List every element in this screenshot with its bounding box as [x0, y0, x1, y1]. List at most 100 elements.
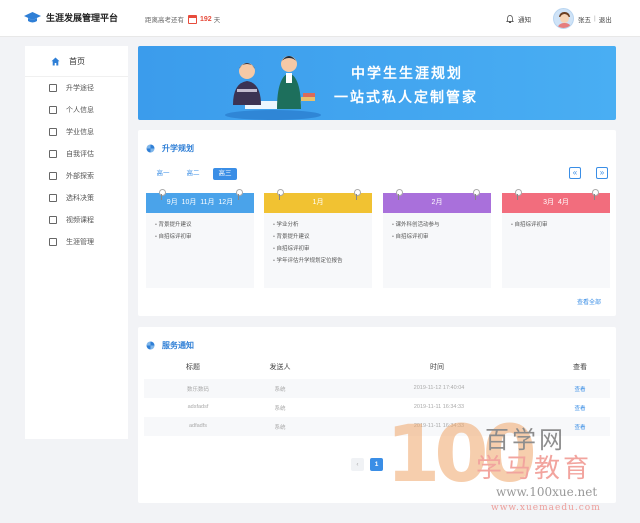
sidebar-item-label: 学业信息: [66, 129, 94, 136]
section-title: 服务通知: [146, 340, 194, 351]
notification-button[interactable]: 通知: [506, 14, 531, 24]
app-logo[interactable]: 生涯发展管理平台: [24, 11, 118, 24]
tab-grade-1[interactable]: 高一: [148, 168, 178, 180]
sidebar-item-6[interactable]: 选科决策: [25, 187, 128, 209]
sidebar-item-8[interactable]: 生涯管理: [25, 231, 128, 253]
month-card[interactable]: 2月课外科创活动参与自招综评初审: [383, 189, 491, 288]
month-card-title: 1月: [312, 199, 324, 206]
divider: |: [594, 15, 596, 22]
sidebar-item-5[interactable]: 外部探索: [25, 165, 128, 187]
pin-icon: [277, 189, 284, 200]
notice-time-cell: 2019-11-11 16:34:33: [413, 423, 465, 429]
sidebar-item-label: 升学途径: [66, 85, 94, 92]
list-item: 背景提升建议: [273, 231, 372, 243]
view-all-link[interactable]: 查看全部: [577, 297, 601, 306]
pagination: ‹ 1: [351, 458, 389, 471]
book-icon: [49, 172, 57, 180]
pager-page-1[interactable]: 1: [370, 458, 383, 471]
exam-countdown: 距离高考还有 192 天: [145, 14, 220, 24]
avatar[interactable]: [553, 8, 574, 29]
month-card-title: 9月 10月 11月 12月: [166, 199, 234, 206]
sidebar: 首页 升学途径个人信息学业信息自我评估外部探索选科决策视频课程生涯管理: [25, 46, 128, 439]
banner-subheadline: 一站式私人定制管家: [334, 89, 478, 105]
month-task-list: 课外科创活动参与自招综评初审: [383, 213, 491, 243]
sidebar-item-label: 个人信息: [66, 107, 94, 114]
notice-title-cell: 数乐数码: [186, 387, 209, 393]
sidebar-item-3[interactable]: 学业信息: [25, 121, 128, 143]
chart-icon: [49, 84, 57, 92]
notice-sender-cell: 系统: [274, 387, 286, 393]
pin-icon: [396, 189, 403, 200]
column-header: 查看: [573, 364, 587, 371]
month-card-title: 2月: [431, 199, 443, 206]
list-item: 课外科创活动参与: [392, 219, 491, 231]
tab-grade-3[interactable]: 高三: [213, 168, 237, 180]
graduation-cap-icon: [24, 11, 41, 22]
sidebar-item-label: 外部探索: [66, 173, 94, 180]
user-menu: 张五 | 退出: [553, 8, 612, 29]
column-header: 发送人: [269, 364, 291, 371]
table-row: 数乐数码 系统 2019-11-12 17:40:04 查看: [144, 379, 610, 398]
user-name[interactable]: 张五: [578, 14, 591, 24]
list-item: 自招综评初审: [273, 243, 372, 255]
month-card-header: 1月: [264, 189, 372, 213]
pager-prev-button[interactable]: ‹: [351, 458, 364, 471]
month-task-list: 自招综评初审: [502, 213, 610, 231]
section-title-text: 服务通知: [162, 341, 194, 350]
sidebar-item-2[interactable]: 个人信息: [25, 99, 128, 121]
countdown-days: 192: [200, 15, 212, 23]
tab-grade-2[interactable]: 高二: [178, 168, 208, 180]
list-item: 学业分析: [273, 219, 372, 231]
notice-time-cell: 2019-11-12 17:40:04: [413, 385, 465, 391]
sidebar-item-label: 生涯管理: [66, 239, 94, 246]
user-icon: [49, 238, 57, 246]
banner-headline: 中学生生涯规划: [351, 65, 463, 81]
countdown-label: 距离高考还有: [145, 17, 184, 24]
pin-icon: [159, 189, 166, 200]
sidebar-item-1[interactable]: 升学途径: [25, 77, 128, 99]
table-row: adsfadsf 系统 2019-11-11 16:34:33 查看: [144, 398, 610, 417]
month-card-header: 3月 4月: [502, 189, 610, 213]
month-card[interactable]: 3月 4月自招综评初审: [502, 189, 610, 288]
notices-section: 服务通知 标题 发送人 时间 查看 数乐数码 系统 2019-11-12 17:40…: [138, 327, 616, 503]
notify-label: 通知: [518, 17, 531, 24]
month-card-title: 3月 4月: [543, 199, 569, 206]
next-page-button[interactable]: »: [596, 167, 608, 179]
banner-illustration: [225, 56, 321, 120]
sidebar-item-label: 视频课程: [66, 217, 94, 224]
notice-view-link[interactable]: 查看: [565, 385, 595, 393]
notice-view-link[interactable]: 查看: [565, 404, 595, 412]
month-task-list: 背景提升建议自招综评初审: [146, 213, 254, 243]
grade-tabs: 高一 高二 高三: [148, 168, 237, 180]
logout-link[interactable]: 退出: [599, 14, 612, 24]
sidebar-item-4[interactable]: 自我评估: [25, 143, 128, 165]
month-card[interactable]: 9月 10月 11月 12月背景提升建议自招综评初审: [146, 189, 254, 288]
month-card[interactable]: 1月学业分析背景提升建议自招综评初审学年评估升学规划定位报告: [264, 189, 372, 288]
document-icon: [49, 128, 57, 136]
promo-banner: 中学生生涯规划 一站式私人定制管家: [138, 46, 616, 120]
table-row: adfadfs 系统 2019-11-11 16:34:33 查看: [144, 417, 610, 436]
id-card-icon: [49, 106, 57, 114]
sidebar-item-label: 首页: [69, 56, 85, 66]
section-title: 升学规划: [146, 143, 194, 154]
column-header: 标题: [186, 364, 200, 371]
section-title-text: 升学规划: [162, 144, 194, 153]
pin-icon: [592, 189, 599, 200]
column-header: 时间: [430, 364, 444, 371]
pin-icon: [473, 189, 480, 200]
sidebar-item-home[interactable]: 首页: [25, 46, 128, 77]
magnifier-icon: [49, 194, 57, 202]
countdown-unit: 天: [213, 17, 221, 24]
sidebar-item-7[interactable]: 视频课程: [25, 209, 128, 231]
pin-icon: [354, 189, 361, 200]
top-bar: 生涯发展管理平台 距离高考还有 192 天 通知 张五 | 退出: [0, 0, 640, 37]
home-icon: [51, 57, 60, 65]
notice-view-link[interactable]: 查看: [565, 423, 595, 431]
month-task-list: 学业分析背景提升建议自招综评初审学年评估升学规划定位报告: [264, 213, 372, 267]
sidebar-item-label: 自我评估: [66, 151, 94, 158]
notice-title-cell: adsfadsf: [187, 404, 209, 410]
planning-section: 升学规划 高一 高二 高三 « » 9月 10月 11月 12月背景提升建议自招…: [138, 130, 616, 316]
list-item: 自招综评初审: [392, 231, 491, 243]
prev-page-button[interactable]: «: [569, 167, 581, 179]
notice-time-cell: 2019-11-11 16:34:33: [413, 404, 465, 410]
